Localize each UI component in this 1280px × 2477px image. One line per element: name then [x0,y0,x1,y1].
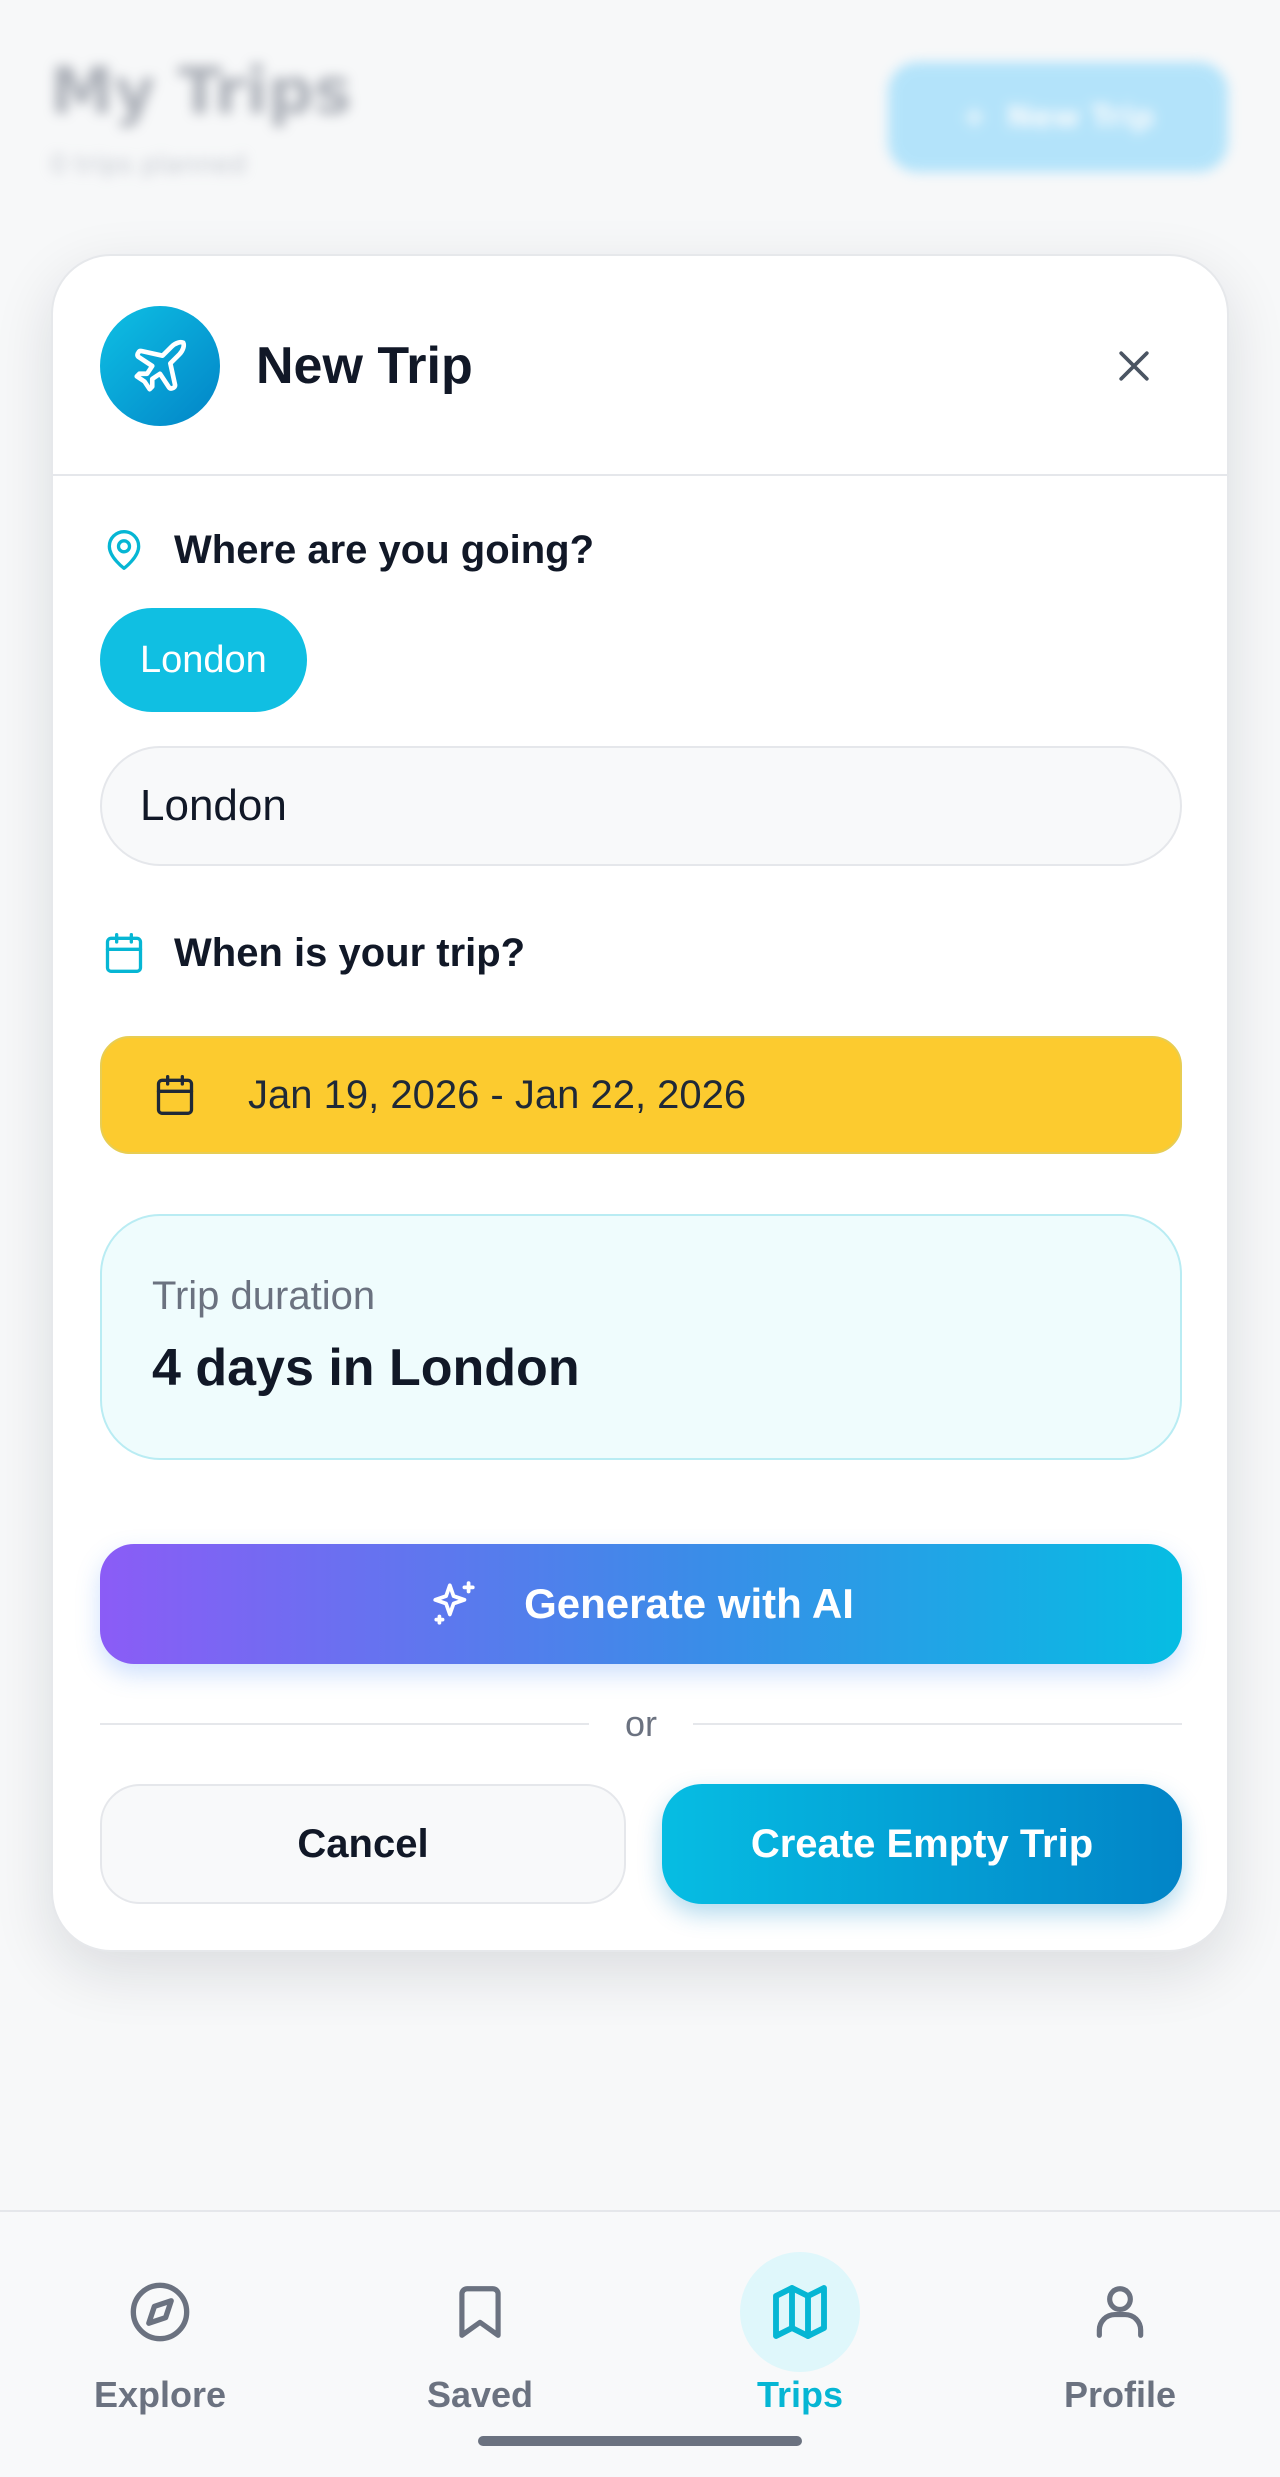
destination-label-text: Where are you going? [174,527,595,572]
calendar-icon [100,929,148,977]
cancel-button[interactable]: Cancel [100,1784,626,1904]
trip-duration-card: Trip duration 4 days in London [100,1214,1182,1460]
page-title: My Trips [50,55,352,129]
new-trip-button-label: New Trip [1006,99,1155,135]
nav-item-explore[interactable]: Explore [40,2252,280,2432]
new-trip-button: + New Trip [888,62,1228,172]
date-range-text: Jan 19, 2026 - Jan 22, 2026 [248,1072,747,1117]
background-header: My Trips 0 trips planned + New Trip [0,0,1280,250]
modal-header: New Trip [53,256,1227,476]
plus-icon: + [961,99,987,135]
close-icon [1119,351,1149,381]
compass-icon [100,2252,220,2372]
destination-chip[interactable]: London [100,608,307,712]
or-divider: or [100,1694,1183,1754]
divider-text: or [625,1703,658,1744]
dates-label: When is your trip? [100,929,525,977]
modal-title: New Trip [256,337,473,395]
nav-label-profile: Profile [1063,2374,1177,2415]
map-pin-icon [100,526,148,574]
map-icon [740,2252,860,2372]
date-range-button[interactable]: Jan 19, 2026 - Jan 22, 2026 [100,1036,1182,1154]
page-subtitle: 0 trips planned [50,150,247,180]
new-trip-modal: New Trip Where are you going? London Whe… [51,254,1229,1952]
nav-item-trips[interactable]: Trips [680,2252,920,2432]
divider-line [100,1723,589,1725]
airplane-icon [100,306,220,426]
generate-ai-button[interactable]: Generate with AI [100,1544,1182,1664]
nav-label-explore: Explore [93,2374,227,2415]
nav-item-saved[interactable]: Saved [360,2252,600,2432]
sparkle-icon [428,1578,480,1630]
destination-input[interactable] [100,746,1182,866]
calendar-icon [152,1072,198,1118]
bookmark-icon [420,2252,540,2372]
user-icon [1060,2252,1180,2372]
generate-ai-label: Generate with AI [524,1580,854,1627]
close-button[interactable] [1096,328,1172,404]
dates-label-text: When is your trip? [174,930,526,975]
divider-line [693,1723,1183,1725]
home-indicator [478,2436,802,2446]
nav-item-profile[interactable]: Profile [1000,2252,1240,2432]
duration-label: Trip duration [152,1274,376,1318]
destination-label: Where are you going? [100,526,594,574]
create-empty-trip-button[interactable]: Create Empty Trip [662,1784,1182,1904]
nav-label-trips: Trips [756,2374,844,2415]
nav-label-saved: Saved [426,2374,534,2415]
duration-value: 4 days in London [152,1339,580,1397]
